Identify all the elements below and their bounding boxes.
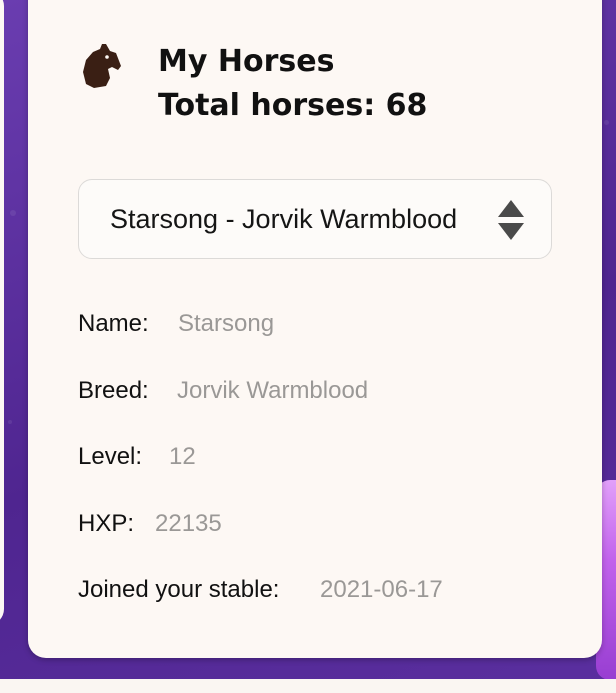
hxp-value: 22135	[155, 509, 222, 537]
title-block: My Horses Total horses: 68	[158, 40, 427, 128]
card-header: My Horses Total horses: 68	[80, 40, 427, 128]
name-row: Name: Starsong	[78, 310, 443, 377]
sparkle	[8, 420, 12, 424]
horse-select[interactable]: Starsong - Jorvik Warmblood	[78, 179, 552, 259]
breed-value: Jorvik Warmblood	[177, 376, 369, 404]
name-label: Name:	[78, 310, 149, 337]
level-value: 12	[169, 443, 196, 470]
select-arrows-icon	[498, 200, 524, 240]
total-horses-count: Total horses: 68	[158, 88, 428, 123]
my-horses-card: My Horses Total horses: 68 Starsong - Jo…	[28, 0, 602, 658]
breed-row: Breed: Jorvik Warmblood	[78, 377, 443, 444]
hxp-row: HXP: 22135	[78, 510, 443, 577]
horse-details: Name: Starsong Breed: Jorvik Warmblood Lev…	[78, 310, 443, 643]
sparkle	[604, 120, 609, 125]
level-label: Level:	[78, 443, 143, 470]
page-title: My Horses	[158, 44, 335, 79]
joined-row: Joined your stable: 2021-06-17	[78, 576, 443, 643]
name-value: Starsong	[178, 310, 275, 337]
bottom-panel-edge	[0, 679, 616, 693]
breed-label: Breed:	[78, 376, 149, 404]
horse-select-value: Starsong - Jorvik Warmblood	[110, 203, 456, 234]
horse-head-icon	[83, 44, 121, 88]
adjacent-card-edge	[0, 0, 4, 625]
sparkle	[10, 210, 16, 216]
hxp-label: HXP:	[78, 509, 135, 537]
level-row: Level: 12	[78, 443, 443, 510]
joined-label: Joined your stable:	[78, 576, 280, 603]
joined-value: 2021-06-17	[320, 576, 443, 603]
